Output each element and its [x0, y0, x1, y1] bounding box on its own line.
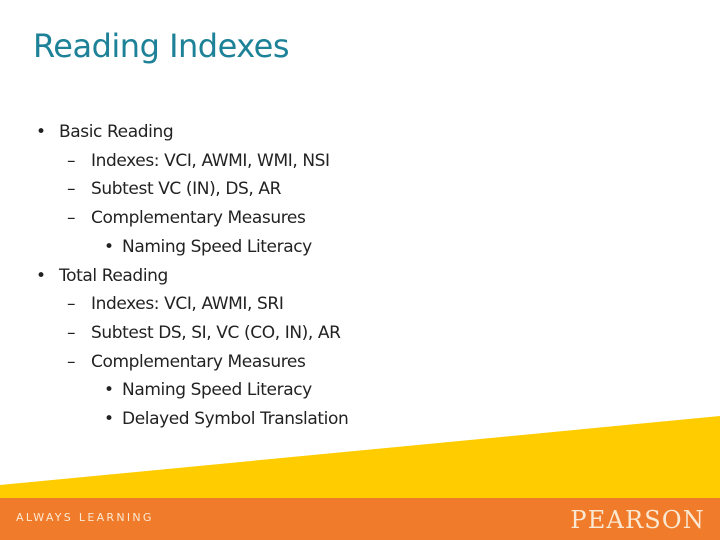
bullet-text: Delayed Symbol Translation [122, 409, 349, 429]
slide-title: Reading Indexes [33, 27, 290, 65]
dash-marker: – [67, 322, 76, 343]
dash-marker: – [67, 150, 76, 171]
bullet-text: Naming Speed Literacy [122, 380, 312, 401]
bullet-text: Subtest DS, SI, VC (CO, IN), AR [91, 322, 341, 343]
bullet-text: Basic Reading [59, 122, 174, 142]
dash-marker: – [67, 351, 76, 372]
dash-marker: – [67, 179, 76, 200]
bullet-text: Indexes: VCI, AWMI, WMI, NSI [91, 150, 330, 171]
bullet-text: Complementary Measures [91, 208, 306, 229]
dash-marker: – [67, 294, 76, 315]
bullet-marker: • [36, 265, 46, 286]
bullet-text: Indexes: VCI, AWMI, SRI [91, 294, 284, 315]
brand-logo: PEARSON [570, 506, 705, 534]
bullet-marker: • [104, 409, 114, 429]
bullet-text: Subtest VC (IN), DS, AR [91, 179, 282, 200]
bullet-marker: • [36, 122, 46, 142]
bullet-text: Total Reading [59, 265, 168, 286]
bullet-text: Complementary Measures [91, 351, 306, 372]
bullet-marker: • [104, 380, 114, 401]
bullet-text: Naming Speed Literacy [122, 236, 312, 257]
tagline: ALWAYS LEARNING [16, 511, 154, 524]
dash-marker: – [67, 208, 76, 229]
bullet-marker: • [104, 236, 114, 257]
